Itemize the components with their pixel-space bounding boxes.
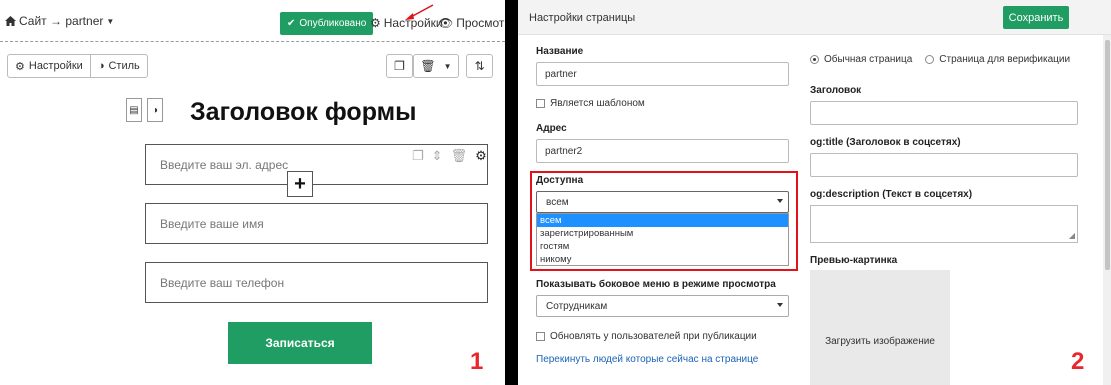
copy-icon[interactable]: ❐ bbox=[412, 148, 424, 164]
dropdown-option[interactable]: гостям bbox=[537, 240, 788, 253]
access-label: Доступна bbox=[536, 175, 584, 186]
caret-down-icon: ▼ bbox=[106, 16, 115, 26]
caret-down-icon bbox=[777, 303, 783, 307]
name-field-placeholder: Введите ваше имя bbox=[160, 217, 264, 231]
annotation-number-1: 1 bbox=[470, 348, 484, 375]
gear-icon[interactable]: ⚙ bbox=[475, 148, 487, 164]
preview-link[interactable]: 👁 Просмотр bbox=[438, 16, 505, 30]
eye-icon: 👁 bbox=[438, 16, 454, 30]
sidebar-select[interactable]: Сотрудникам bbox=[536, 295, 789, 317]
radio-dot[interactable] bbox=[925, 55, 935, 64]
og-description-label: og:description (Текст в соцсетях) bbox=[810, 189, 973, 200]
radio-verification-label: Страница для верификации bbox=[939, 54, 1071, 65]
radio-dot[interactable] bbox=[810, 55, 819, 64]
delete-block-button[interactable]: 🗑 ▼ bbox=[413, 54, 459, 78]
email-field-placeholder: Введите ваш эл. адрес bbox=[160, 158, 289, 172]
resize-handle-icon[interactable]: ◢ bbox=[1069, 231, 1075, 240]
settings-title: Настройки страницы bbox=[529, 12, 636, 24]
tab-style-label: Стиль bbox=[108, 60, 140, 72]
phone-field[interactable]: Введите ваш телефон bbox=[145, 262, 488, 303]
radio-regular-page[interactable]: Обычная страница bbox=[810, 54, 912, 65]
sort-block-button[interactable]: ⇅ bbox=[466, 54, 493, 78]
sidebar-select-value: Сотрудникам bbox=[546, 301, 608, 312]
copy-block-button[interactable]: ❐ bbox=[386, 54, 413, 78]
gear-icon: ⚙ bbox=[15, 60, 25, 73]
breadcrumb-text: Сайт → partner bbox=[19, 14, 104, 28]
published-label: Опубликовано bbox=[299, 18, 367, 29]
heading-label: Заголовок bbox=[810, 85, 862, 96]
checkbox-box[interactable] bbox=[536, 332, 545, 341]
update-checkbox[interactable]: Обновлять у пользователей при публикации bbox=[536, 331, 757, 342]
upload-image-area[interactable]: Загрузить изображение bbox=[810, 270, 950, 385]
settings-header: Настройки страницы Сохранить bbox=[518, 0, 1111, 35]
template-checkbox-label: Является шаблоном bbox=[550, 98, 645, 109]
tab-settings[interactable]: ⚙ Настройки bbox=[8, 55, 90, 77]
page-editor-panel: Сайт → partner ▼ ✔ Опубликовано ⚙ Настро… bbox=[0, 0, 505, 385]
tab-style[interactable]: ◑ Стиль bbox=[89, 55, 147, 77]
preview-link-label: Просмотр bbox=[456, 16, 505, 30]
sidebar-label: Показывать боковое меню в режиме просмот… bbox=[536, 279, 776, 290]
scrollbar-thumb[interactable] bbox=[1105, 40, 1110, 270]
page-settings-panel: Настройки страницы Сохранить Название pa… bbox=[518, 0, 1111, 385]
name-label: Название bbox=[536, 46, 584, 57]
preview-image-label: Превью-картинка bbox=[810, 255, 898, 266]
copy-icon: ❐ bbox=[394, 59, 405, 73]
panel-divider bbox=[505, 0, 518, 385]
editor-tabs: ⚙ Настройки ◑ Стиль bbox=[7, 54, 148, 78]
submit-button[interactable]: Записаться bbox=[228, 322, 372, 364]
move-people-link[interactable]: Перекинуть людей которые сейчас на стран… bbox=[536, 354, 758, 365]
og-description-textarea[interactable]: ◢ bbox=[810, 205, 1078, 243]
block-style-icon[interactable]: ◑ bbox=[147, 98, 163, 122]
add-field-button[interactable]: + bbox=[287, 171, 313, 197]
og-title-label: og:title (Заголовок в соцсетях) bbox=[810, 137, 961, 148]
access-dropdown: всем зарегистрированным гостям никому bbox=[536, 213, 789, 266]
contrast-icon: ◑ bbox=[97, 60, 105, 72]
radio-verification-page[interactable]: Страница для верификации bbox=[925, 54, 1070, 65]
gear-icon: ⚙ bbox=[370, 16, 381, 30]
published-button[interactable]: ✔ Опубликовано bbox=[280, 12, 374, 35]
annotation-number-2: 2 bbox=[1071, 348, 1085, 375]
check-icon: ✔ bbox=[287, 18, 296, 29]
trash-icon[interactable]: 🗑 bbox=[451, 148, 468, 164]
dropdown-option[interactable]: никому bbox=[537, 253, 788, 266]
form-title[interactable]: Заголовок формы bbox=[190, 98, 417, 127]
caret-down-icon bbox=[777, 199, 783, 203]
home-icon bbox=[5, 16, 16, 26]
red-arrow-annotation bbox=[405, 4, 434, 20]
caret-down-icon: ▼ bbox=[443, 61, 452, 71]
name-input[interactable]: partner bbox=[536, 62, 789, 86]
checkbox-box[interactable] bbox=[536, 99, 545, 108]
upload-image-label: Загрузить изображение bbox=[825, 336, 935, 347]
address-input[interactable]: partner2 bbox=[536, 139, 789, 163]
editor-topbar: Сайт → partner ▼ ✔ Опубликовано ⚙ Настро… bbox=[0, 0, 505, 42]
heading-input[interactable] bbox=[810, 101, 1078, 125]
update-checkbox-label: Обновлять у пользователей при публикации bbox=[550, 331, 757, 342]
save-button[interactable]: Сохранить bbox=[1003, 6, 1069, 29]
access-select[interactable]: всем bbox=[536, 191, 789, 213]
dropdown-option[interactable]: всем bbox=[537, 214, 788, 227]
radio-regular-label: Обычная страница bbox=[824, 54, 913, 65]
dropdown-option[interactable]: зарегистрированным bbox=[537, 227, 788, 240]
phone-field-placeholder: Введите ваш телефон bbox=[160, 276, 285, 290]
name-field[interactable]: Введите ваше имя bbox=[145, 203, 488, 244]
template-checkbox[interactable]: Является шаблоном bbox=[536, 98, 645, 109]
page-type-radios: Обычная страница Страница для верификаци… bbox=[810, 54, 1070, 65]
tab-settings-label: Настройки bbox=[28, 60, 83, 72]
sort-icon: ⇅ bbox=[474, 59, 485, 73]
trash-icon: 🗑 bbox=[420, 59, 436, 73]
access-select-value: всем bbox=[546, 197, 569, 208]
og-title-input[interactable] bbox=[810, 153, 1078, 177]
address-label: Адрес bbox=[536, 123, 567, 134]
block-settings-icon[interactable]: ▤ bbox=[126, 98, 142, 122]
move-icon[interactable]: ⇕ bbox=[432, 148, 443, 164]
field-toolbar: ❐ ⇕ 🗑 ⚙ bbox=[412, 148, 487, 164]
breadcrumb[interactable]: Сайт → partner ▼ bbox=[5, 14, 114, 28]
